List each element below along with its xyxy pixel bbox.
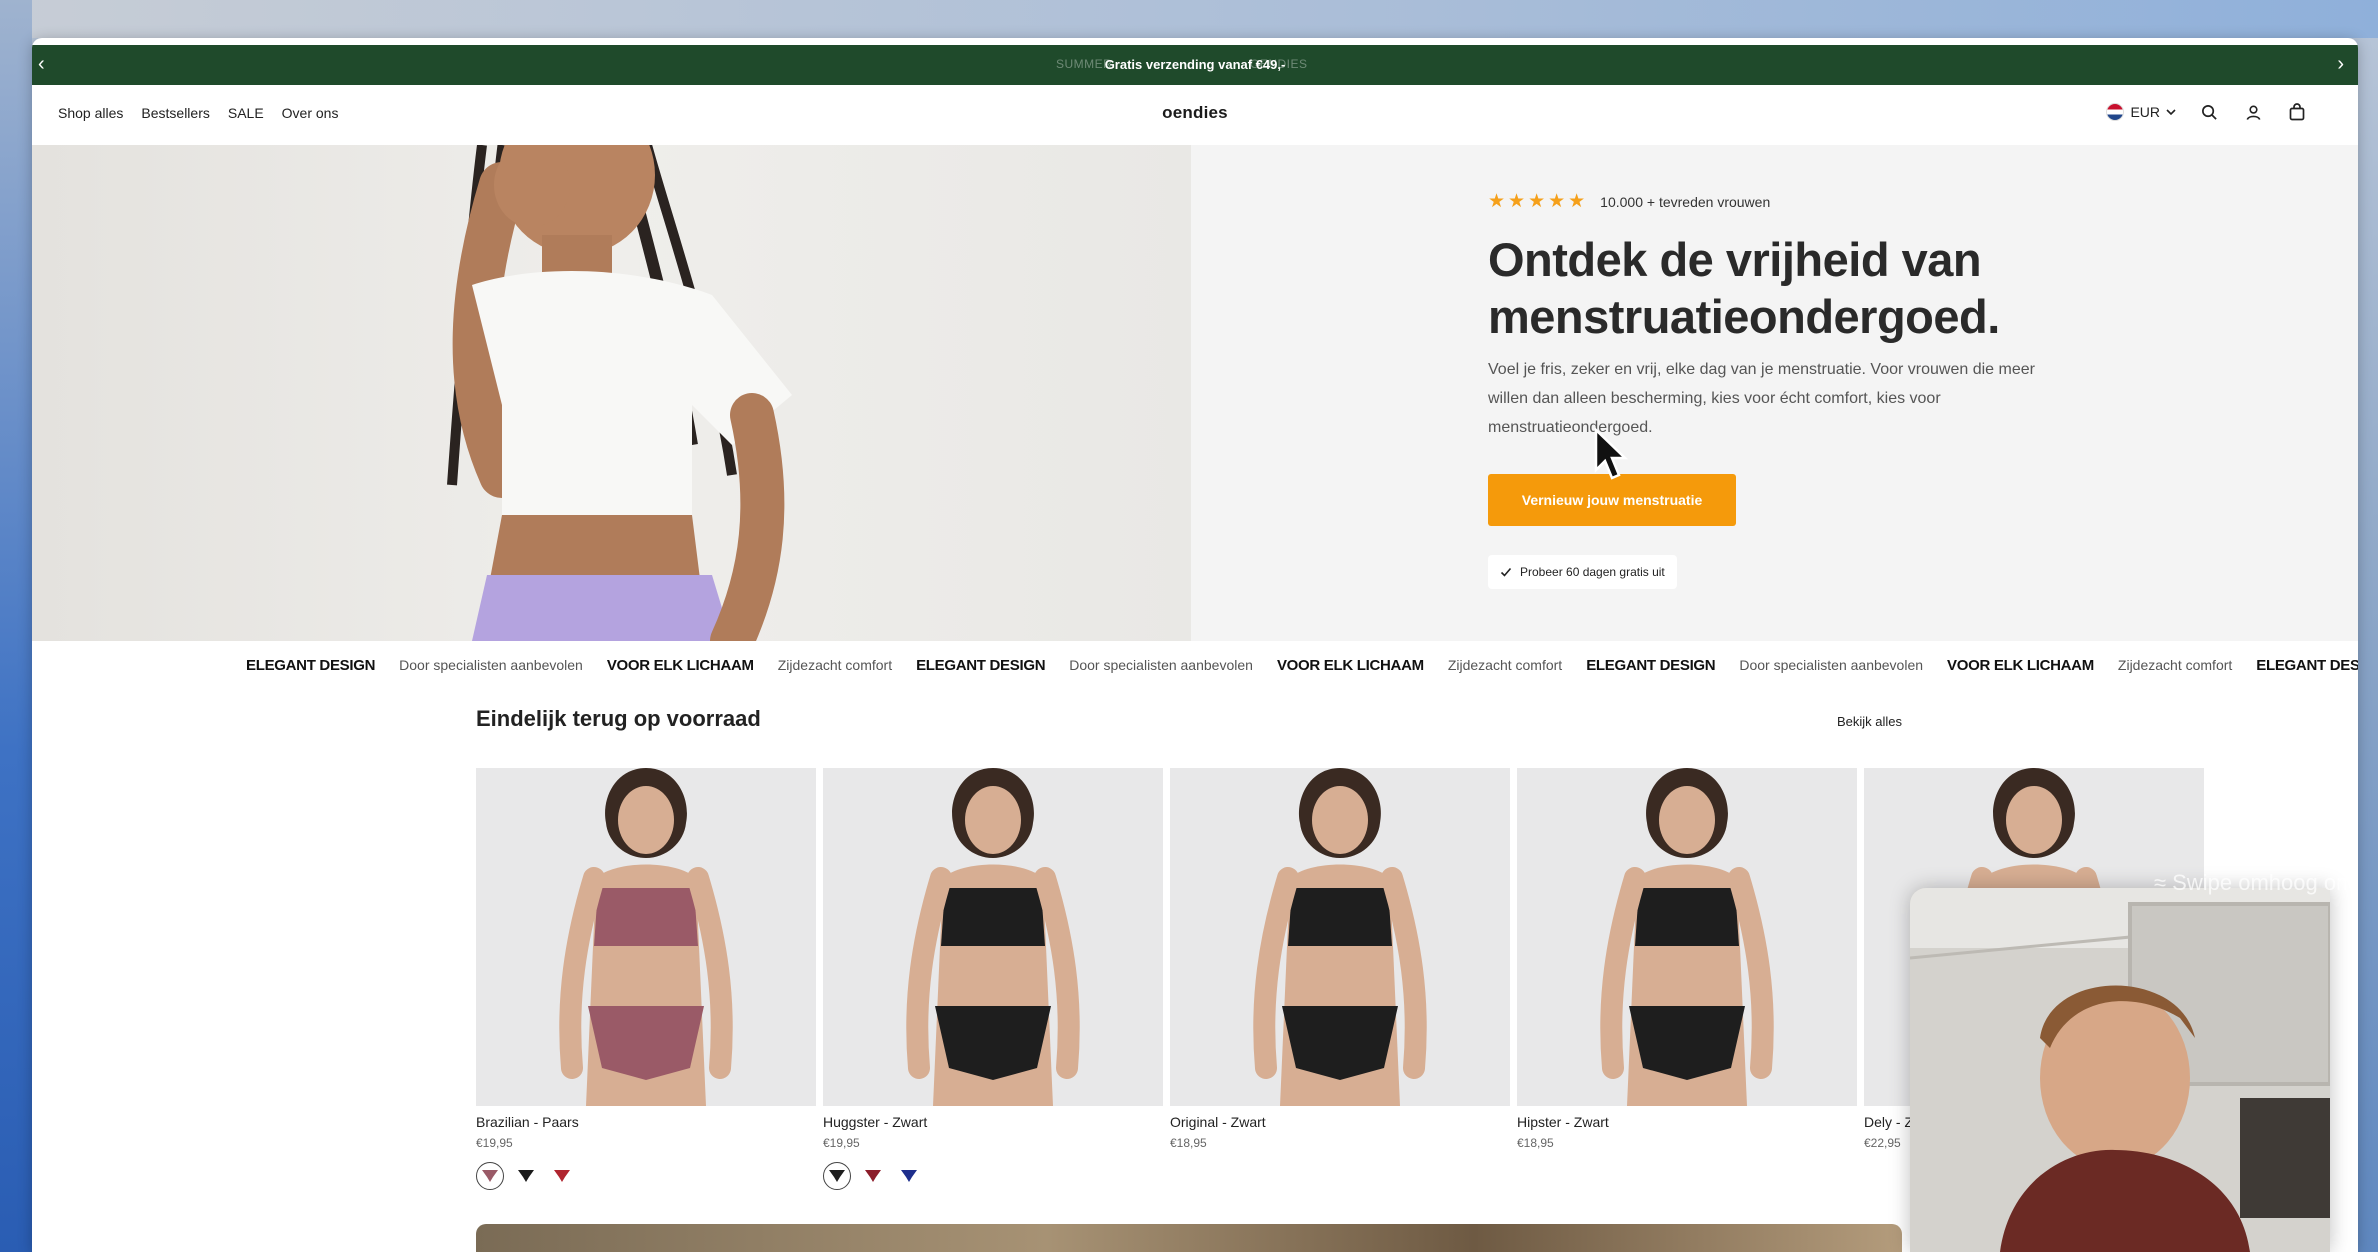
product-name[interactable]: Huggster - Zwart [823, 1114, 1163, 1130]
marquee-track: ELEGANT DESIGN Door specialisten aanbevol… [246, 657, 2358, 674]
marquee-item: VOOR ELK LICHAAM [606, 657, 754, 674]
hero-content: ★★★★★ 10.000 + tevreden vrouwen Ontdek d… [1191, 145, 2358, 641]
color-swatch[interactable] [895, 1162, 923, 1190]
marquee-item: Door specialisten aanbevolen [1069, 657, 1253, 673]
currency-selector[interactable]: EUR [2106, 103, 2176, 121]
rating-text: 10.000 + tevreden vrouwen [1600, 193, 1771, 210]
next-section-banner [476, 1224, 1902, 1252]
desktop-background-top [0, 0, 2378, 38]
rating: ★★★★★ 10.000 + tevreden vrouwen [1488, 190, 1770, 213]
product-card[interactable]: Huggster - Zwart €19,95 [823, 768, 1163, 1190]
color-swatches [476, 1162, 816, 1190]
mouse-cursor-icon [1594, 428, 1628, 480]
swipe-hint: ≈ Swipe omhoog om [2154, 870, 2355, 895]
announcement-message: Gratis verzending vanaf €49,- [1104, 57, 1286, 72]
product-price: €18,95 [1170, 1136, 1207, 1150]
color-swatches [823, 1162, 1163, 1190]
product-image[interactable] [476, 768, 816, 1106]
marquee-item: ELEGANT DESIGN [916, 657, 1046, 674]
hero-description: Voel je fris, zeker en vrij, elke dag va… [1488, 361, 2035, 436]
product-price: €18,95 [1517, 1136, 1554, 1150]
product-card[interactable]: Brazilian - Paars €19,95 [476, 768, 816, 1190]
cart-icon[interactable] [2286, 101, 2308, 123]
color-swatch[interactable] [823, 1162, 851, 1190]
marquee-item: Zijdezacht comfort [1447, 657, 1563, 673]
product-image[interactable] [823, 768, 1163, 1106]
chevron-right-icon[interactable]: › [2337, 53, 2344, 76]
flag-nl-icon [2106, 103, 2125, 121]
product-price: €19,95 [476, 1136, 513, 1150]
product-name[interactable]: Brazilian - Paars [476, 1114, 816, 1130]
color-swatch[interactable] [476, 1162, 504, 1190]
marquee-item: Zijdezacht comfort [777, 657, 893, 673]
trial-badge: Probeer 60 dagen gratis uit [1488, 555, 1677, 589]
hero-section: ★★★★★ 10.000 + tevreden vrouwen Ontdek d… [32, 145, 2358, 641]
marquee-item: VOOR ELK LICHAAM [1947, 657, 2094, 674]
site-logo[interactable]: oendies [32, 103, 2358, 123]
trial-label: Probeer 60 dagen gratis uit [1520, 565, 1665, 579]
header-tools: EUR [2106, 101, 2308, 123]
hero-headline: Ontdek de vrijheid van menstruatieonderg… [1488, 233, 2000, 343]
product-image[interactable] [1170, 768, 1510, 1106]
announcement-bar: ‹ SUMMER Gratis verzending vanaf €49,- O… [32, 45, 2358, 85]
announcement-ghost-right: OENDIES [1250, 57, 1308, 71]
see-all-link[interactable]: Bekijk alles [1837, 714, 1902, 729]
marquee-item: VOOR ELK LICHAAM [1276, 657, 1424, 674]
marquee-item: Door specialisten aanbevolen [1739, 657, 1924, 673]
product-image[interactable] [1517, 768, 1857, 1106]
usp-marquee: ELEGANT DESIGN Door specialisten aanbevol… [32, 641, 2358, 691]
webcam-overlay [1910, 888, 2330, 1252]
chevron-down-icon [2166, 109, 2176, 116]
product-price: €19,95 [823, 1136, 860, 1150]
marquee-item: ELEGANT DESIGN [246, 657, 376, 674]
currency-label: EUR [2130, 104, 2160, 120]
color-swatch[interactable] [859, 1162, 887, 1190]
product-name[interactable]: Hipster - Zwart [1517, 1114, 1857, 1130]
product-name[interactable]: Original - Zwart [1170, 1114, 1510, 1130]
color-swatch[interactable] [548, 1162, 576, 1190]
star-rating-icon: ★★★★★ [1488, 191, 1589, 212]
marquee-item: ELEGANT DESIGN [2256, 657, 2358, 674]
hero-image [32, 145, 1191, 641]
search-icon[interactable] [2198, 101, 2220, 123]
product-card[interactable]: Original - Zwart €18,95 [1170, 768, 1510, 1150]
color-swatch[interactable] [512, 1162, 540, 1190]
section-title: Eindelijk terug op voorraad [476, 706, 761, 731]
marquee-item: Door specialisten aanbevolen [399, 657, 583, 673]
account-icon[interactable] [2242, 101, 2264, 123]
marquee-item: Zijdezacht comfort [2117, 657, 2233, 673]
checkmark-icon [1500, 567, 1512, 577]
desktop-background-left [0, 0, 32, 1252]
site-header: Shop alles Bestsellers SALE Over ons oen… [32, 85, 2358, 145]
marquee-item: ELEGANT DESIGN [1586, 657, 1716, 674]
product-card[interactable]: Hipster - Zwart €18,95 [1517, 768, 1857, 1150]
